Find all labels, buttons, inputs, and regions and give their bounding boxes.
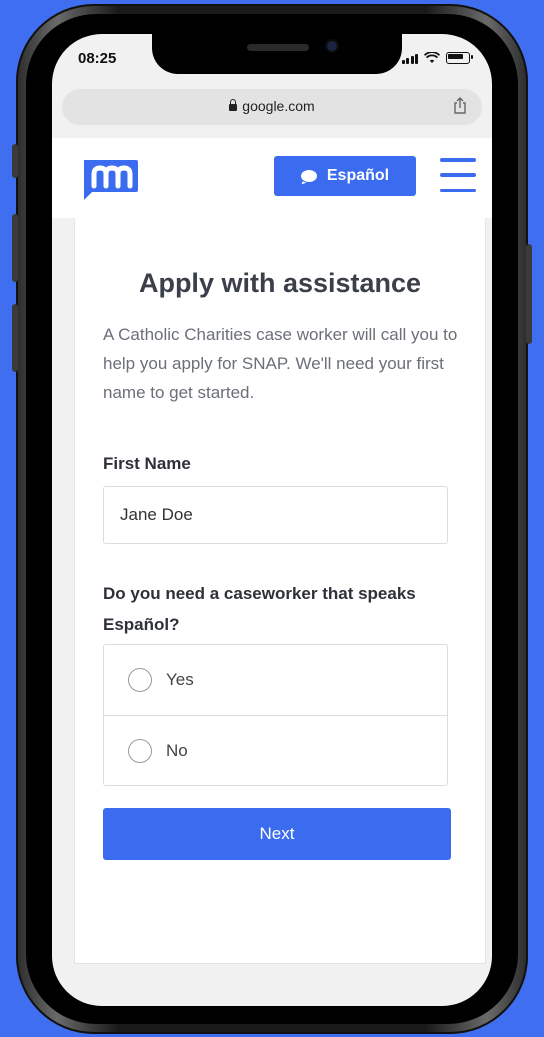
- status-icons: [401, 52, 473, 64]
- radio-circle-icon[interactable]: [128, 668, 152, 692]
- url-text: google.com: [242, 98, 315, 114]
- url-display: google.com: [62, 98, 482, 114]
- speaker-grille: [247, 44, 309, 51]
- lock-icon: [229, 99, 238, 111]
- radio-option-yes[interactable]: Yes: [104, 645, 447, 715]
- radio-label-no: No: [166, 740, 188, 760]
- next-button[interactable]: Next: [103, 808, 451, 860]
- phone-notch: [152, 34, 402, 74]
- browser-url-bar[interactable]: google.com: [62, 89, 482, 125]
- caseworker-language-radio-group: Yes No: [103, 644, 448, 786]
- language-button-label: Español: [326, 167, 390, 184]
- signal-icon: [401, 53, 418, 64]
- chat-bubble-icon: [300, 170, 317, 182]
- spanish-caseworker-question: Do you need a caseworker that speaks Esp…: [103, 584, 416, 634]
- phone-side-button: [12, 144, 18, 178]
- hamburger-menu-icon[interactable]: [440, 158, 476, 192]
- radio-circle-icon[interactable]: [128, 738, 152, 763]
- first-name-input[interactable]: [103, 486, 448, 544]
- site-header: Español: [52, 138, 492, 218]
- first-name-label: First Name: [103, 454, 191, 473]
- m-logo-icon[interactable]: [80, 156, 140, 202]
- intro-text: A Catholic Charities case worker will ca…: [103, 325, 458, 402]
- radio-label-yes: Yes: [166, 670, 194, 689]
- language-toggle-button[interactable]: Español: [274, 156, 416, 196]
- phone-power-button: [526, 244, 532, 344]
- wifi-icon: [424, 52, 440, 63]
- phone-volume-down-button: [12, 304, 18, 372]
- page-title: Apply with assistance: [138, 268, 422, 298]
- phone-screen: 08:25 google.com Español Apply with assi…: [52, 34, 492, 1006]
- phone-volume-up-button: [12, 214, 18, 282]
- share-icon[interactable]: [452, 97, 468, 115]
- form-card: Apply with assistance A Catholic Chariti…: [74, 218, 486, 964]
- battery-icon: [446, 52, 473, 64]
- front-camera: [327, 41, 337, 51]
- radio-option-no[interactable]: No: [104, 715, 447, 785]
- status-time: 08:25: [78, 50, 117, 67]
